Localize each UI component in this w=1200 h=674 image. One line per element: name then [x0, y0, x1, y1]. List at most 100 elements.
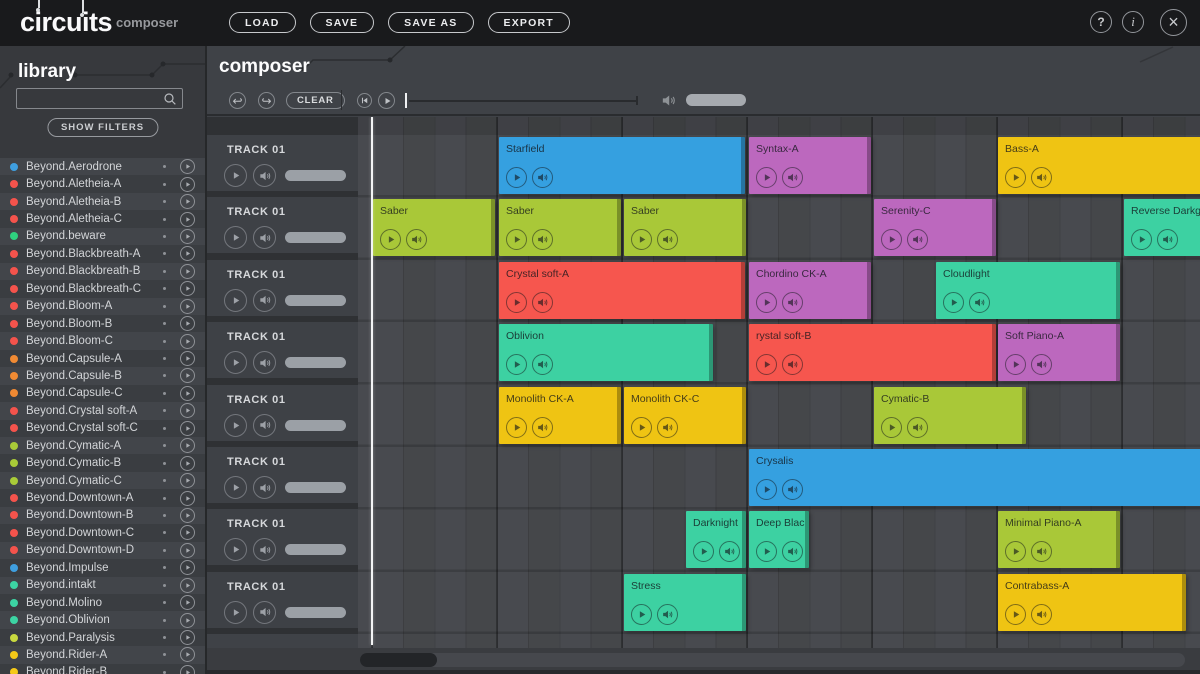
timeline-clip[interactable]: Starfield: [499, 137, 745, 194]
preview-play-button[interactable]: [180, 177, 195, 192]
clip-mute-button[interactable]: [1031, 354, 1052, 375]
library-item[interactable]: Beyond.Aletheia-C: [0, 210, 205, 227]
library-item[interactable]: Beyond.Crystal soft-A: [0, 402, 205, 419]
clip-mute-button[interactable]: [782, 541, 803, 562]
library-item[interactable]: Beyond.Downtown-B: [0, 507, 205, 524]
track-play-button[interactable]: [224, 538, 247, 561]
timeline-clip[interactable]: Reverse Darkglitch: [1124, 199, 1200, 256]
timeline-clip[interactable]: Cloudlight: [936, 262, 1120, 319]
clip-play-button[interactable]: [506, 292, 527, 313]
preview-play-button[interactable]: [180, 351, 195, 366]
clip-mute-button[interactable]: [1157, 229, 1178, 250]
preview-play-button[interactable]: [180, 456, 195, 471]
clip-mute-button[interactable]: [907, 417, 928, 438]
load-button[interactable]: LOAD: [229, 12, 296, 33]
clip-play-button[interactable]: [756, 479, 777, 500]
track-volume-slider[interactable]: [285, 357, 346, 368]
timeline-scrubber-track[interactable]: [409, 100, 637, 102]
undo-button[interactable]: ↩: [229, 92, 246, 109]
library-item[interactable]: Beyond.Bloom-B: [0, 315, 205, 332]
clip-play-button[interactable]: [631, 604, 652, 625]
preview-play-button[interactable]: [180, 473, 195, 488]
clip-mute-button[interactable]: [1031, 167, 1052, 188]
clip-mute-button[interactable]: [969, 292, 990, 313]
timeline-clip[interactable]: Crystal soft-A: [499, 262, 745, 319]
library-item[interactable]: Beyond.Blackbreath-A: [0, 245, 205, 262]
clip-mute-button[interactable]: [657, 604, 678, 625]
track-volume-slider[interactable]: [285, 170, 346, 181]
library-item[interactable]: Beyond.Downtown-A: [0, 489, 205, 506]
preview-play-button[interactable]: [180, 229, 195, 244]
preview-play-button[interactable]: [180, 525, 195, 540]
timeline-clip[interactable]: Soft Piano-A: [998, 324, 1120, 381]
clip-mute-button[interactable]: [532, 229, 553, 250]
clip-mute-button[interactable]: [907, 229, 928, 250]
export-button[interactable]: EXPORT: [488, 12, 570, 33]
timeline-clip[interactable]: Crysalis: [749, 449, 1200, 506]
clip-play-button[interactable]: [693, 541, 714, 562]
preview-play-button[interactable]: [180, 299, 195, 314]
timeline-scrubber-handle[interactable]: [405, 93, 407, 108]
preview-play-button[interactable]: [180, 264, 195, 279]
library-item[interactable]: Beyond.Downtown-C: [0, 524, 205, 541]
clip-mute-button[interactable]: [719, 541, 740, 562]
library-item[interactable]: Beyond.Aletheia-A: [0, 175, 205, 192]
clip-play-button[interactable]: [506, 417, 527, 438]
save-as-button[interactable]: SAVE AS: [388, 12, 473, 33]
library-item[interactable]: Beyond.Oblivion: [0, 611, 205, 628]
timeline-clip[interactable]: Oblivion: [499, 324, 713, 381]
clip-mute-button[interactable]: [782, 167, 803, 188]
library-item[interactable]: Beyond.Aerodrone: [0, 158, 205, 175]
track-mute-button[interactable]: [253, 476, 276, 499]
timeline-clip[interactable]: Stress: [624, 574, 746, 631]
preview-play-button[interactable]: [180, 508, 195, 523]
library-item[interactable]: Beyond.Rider-B: [0, 664, 205, 674]
timeline-clip[interactable]: rystal soft-B: [749, 324, 996, 381]
library-item[interactable]: Beyond.Cymatic-A: [0, 437, 205, 454]
preview-play-button[interactable]: [180, 560, 195, 575]
timeline-clip[interactable]: Bass-A: [998, 137, 1200, 194]
preview-play-button[interactable]: [180, 438, 195, 453]
library-item[interactable]: Beyond.Molino: [0, 594, 205, 611]
clip-play-button[interactable]: [756, 167, 777, 188]
track-play-button[interactable]: [224, 164, 247, 187]
preview-play-button[interactable]: [180, 368, 195, 383]
clip-play-button[interactable]: [631, 229, 652, 250]
timeline-clip[interactable]: Darknight: [686, 511, 746, 568]
track-play-button[interactable]: [224, 226, 247, 249]
master-volume-slider[interactable]: [686, 94, 746, 106]
library-item[interactable]: Beyond.Crystal soft-C: [0, 420, 205, 437]
clip-mute-button[interactable]: [406, 229, 427, 250]
track-volume-slider[interactable]: [285, 232, 346, 243]
library-item[interactable]: Beyond.Capsule-B: [0, 367, 205, 384]
track-mute-button[interactable]: [253, 164, 276, 187]
clip-play-button[interactable]: [881, 417, 902, 438]
preview-play-button[interactable]: [180, 543, 195, 558]
preview-play-button[interactable]: [180, 578, 195, 593]
track-mute-button[interactable]: [253, 226, 276, 249]
redo-button[interactable]: ↪: [258, 92, 275, 109]
preview-play-button[interactable]: [180, 403, 195, 418]
preview-play-button[interactable]: [180, 212, 195, 227]
library-item[interactable]: Beyond.Blackbreath-C: [0, 280, 205, 297]
clip-mute-button[interactable]: [657, 417, 678, 438]
close-button[interactable]: ×: [1160, 9, 1187, 36]
track-volume-slider[interactable]: [285, 607, 346, 618]
track-mute-button[interactable]: [253, 414, 276, 437]
clip-play-button[interactable]: [506, 229, 527, 250]
horizontal-scrollbar-thumb[interactable]: [360, 653, 437, 667]
timeline-clip[interactable]: Monolith CK-C: [624, 387, 746, 444]
info-button[interactable]: i: [1122, 11, 1144, 33]
clip-play-button[interactable]: [1131, 229, 1152, 250]
help-button[interactable]: ?: [1090, 11, 1112, 33]
preview-play-button[interactable]: [180, 491, 195, 506]
timeline-clip[interactable]: Deep Black: [749, 511, 809, 568]
horizontal-scrollbar-track[interactable]: [360, 653, 1185, 667]
preview-play-button[interactable]: [180, 595, 195, 610]
playhead[interactable]: [371, 117, 374, 645]
track-volume-slider[interactable]: [285, 295, 346, 306]
track-volume-slider[interactable]: [285, 482, 346, 493]
preview-play-button[interactable]: [180, 246, 195, 261]
track-mute-button[interactable]: [253, 601, 276, 624]
show-filters-button[interactable]: SHOW FILTERS: [47, 118, 158, 137]
